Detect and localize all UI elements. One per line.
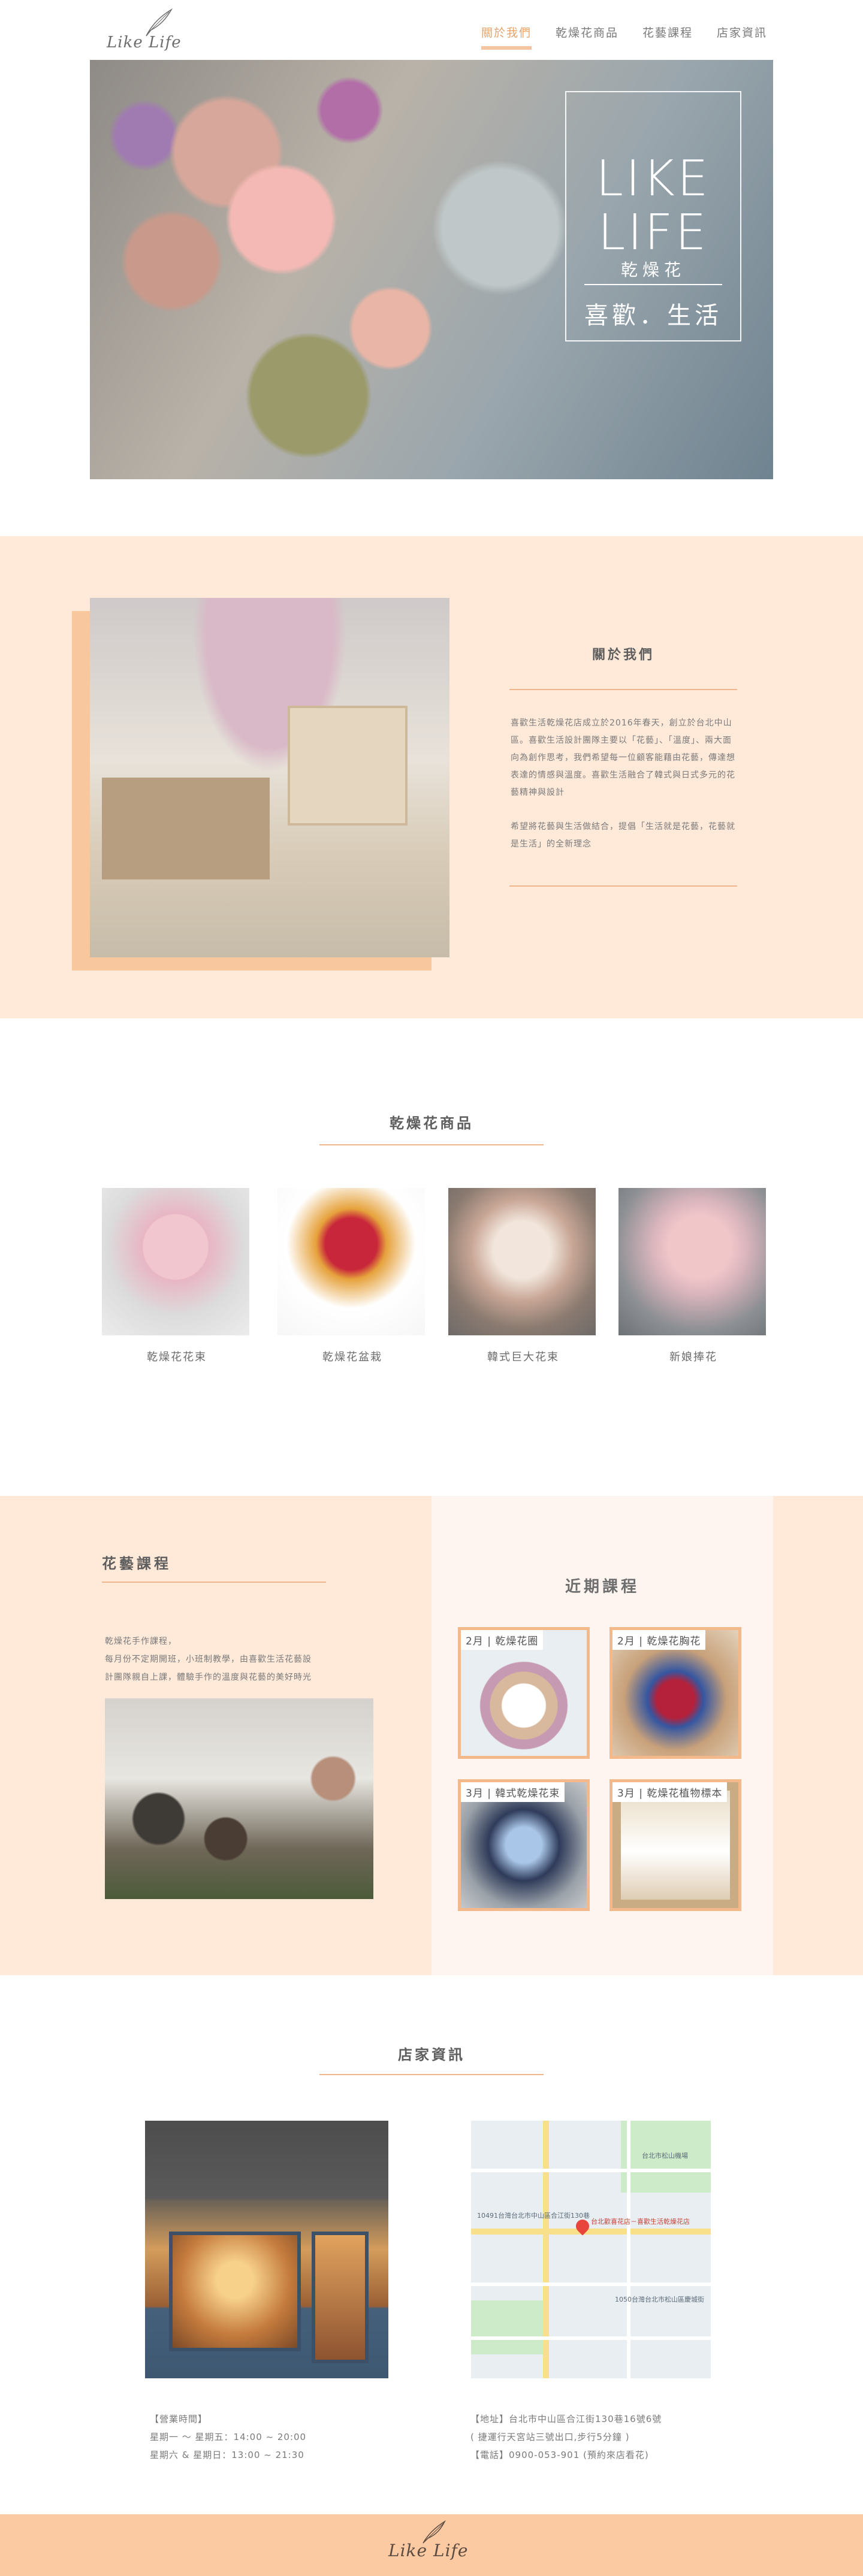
courses-divider: [102, 1582, 326, 1583]
hero-divider: [584, 284, 722, 285]
hours-weekend: 星期六 & 星期日：13:00 ~ 21:30: [150, 2450, 304, 2460]
courses-class-photo: [105, 1698, 373, 1899]
store-hours: 【營業時間】 星期一 ～ 星期五：14:00 ~ 20:00 星期六 & 星期日…: [150, 2410, 348, 2464]
store-transit: ( 捷運行天宮站三號出口,步行5分鐘 ): [470, 2432, 630, 2442]
course-card-label[interactable]: 3月 | 韓式乾燥花束: [461, 1782, 565, 1802]
course-card-label[interactable]: 2月 | 乾燥花圈: [461, 1630, 544, 1650]
course-card-label[interactable]: 3月 | 乾燥花植物標本: [612, 1782, 728, 1802]
course-card[interactable]: 2月 | 乾燥花圈: [458, 1627, 590, 1759]
map-park: [471, 2300, 543, 2354]
map-label: 台北歡喜花店－喜歡生活乾燥花店: [591, 2218, 690, 2226]
product-image[interactable]: [277, 1188, 425, 1335]
courses-text-line: 計團隊親自上課，體驗手作的溫度與花藝的美好時光: [105, 1673, 312, 1682]
store-map[interactable]: 10491台灣台北市中山區合江街130巷 台北歡喜花店－喜歡生活乾燥花店 台北市…: [471, 2121, 711, 2378]
map-road: [471, 2336, 711, 2340]
product-label[interactable]: 韓式巨大花束: [448, 1349, 598, 1364]
footer-logo-text[interactable]: Like Life: [388, 2541, 468, 2560]
map-label: 10491台灣台北市中山區合江街130巷: [477, 2212, 590, 2220]
courses-text: 乾燥花手作課程， 每月份不定期開班，小班制教學，由喜歡生活花藝設 計團隊親自上課…: [105, 1632, 357, 1686]
about-shop-photo: [90, 598, 449, 957]
about-heading: 關於我們: [592, 648, 654, 663]
about-divider-top: [509, 689, 737, 690]
nav-item-about[interactable]: 關於我們: [481, 24, 532, 50]
store-contact: 【地址】台北市中山區合江街130巷16號6號 ( 捷運行天宮站三號出口,步行5分…: [470, 2410, 710, 2464]
course-card[interactable]: 3月 | 乾燥花植物標本: [609, 1779, 741, 1911]
product-label[interactable]: 新娘捧花: [618, 1349, 768, 1364]
shop-shelf: [288, 706, 408, 826]
about-paragraph-2: 希望將花藝與生活做結合，提倡「生活就是花藝，花藝就是生活」的全新理念: [511, 822, 735, 849]
nav-item-courses[interactable]: 花藝課程: [642, 24, 693, 46]
storefront-photo: [145, 2121, 388, 2378]
hero-slogan: 喜歡．生活: [584, 302, 722, 329]
product-image[interactable]: [102, 1188, 249, 1335]
logo-text: Like Life: [107, 34, 182, 52]
course-card[interactable]: 3月 | 韓式乾燥花束: [458, 1779, 590, 1911]
hero-title-box: LIKE LIFE 乾燥花 喜歡．生活: [565, 91, 741, 341]
courses-text-line: 乾燥花手作課程，: [105, 1637, 177, 1646]
products-divider: [319, 1144, 544, 1145]
hours-weekday: 星期一 ～ 星期五：14:00 ~ 20:00: [150, 2432, 307, 2442]
site-header: Like Life 關於我們 乾燥花商品 花藝課程 店家資訊: [0, 0, 863, 60]
feather-icon: [146, 8, 173, 37]
hero-title-line1: LIKE: [596, 150, 711, 207]
course-card[interactable]: 2月 | 乾燥花胸花: [609, 1627, 741, 1759]
courses-heading: 花藝課程: [102, 1555, 171, 1572]
products-heading: 乾燥花商品: [390, 1115, 473, 1132]
store-phone[interactable]: 【電話】0900-053-901 (預約來店看花): [470, 2446, 710, 2464]
store-address: 【地址】台北市中山區合江街130巷16號6號: [470, 2414, 662, 2424]
site-footer: Like Life: [0, 2514, 863, 2576]
map-road: [471, 2229, 711, 2235]
hero-subtitle: 乾燥花: [620, 260, 686, 280]
product-label[interactable]: 乾燥花花束: [102, 1349, 252, 1364]
course-card-label[interactable]: 2月 | 乾燥花胸花: [612, 1630, 706, 1650]
courses-text-line: 每月份不定期開班，小班制教學，由喜歡生活花藝設: [105, 1655, 312, 1664]
product-card[interactable]: 韓式巨大花束: [448, 1188, 598, 1364]
hours-title: 【營業時間】: [150, 2414, 208, 2424]
map-label: 1050台灣台北市松山區慶城街: [615, 2296, 704, 2303]
product-image[interactable]: [618, 1188, 766, 1335]
product-label[interactable]: 乾燥花盆栽: [277, 1349, 427, 1364]
nav-item-products[interactable]: 乾燥花商品: [556, 24, 618, 46]
product-card[interactable]: 乾燥花花束: [102, 1188, 252, 1364]
map-road: [471, 2282, 711, 2286]
map-label: 台北市松山機場: [642, 2152, 688, 2160]
main-nav: 關於我們 乾燥花商品 花藝課程 店家資訊: [481, 24, 767, 50]
logo[interactable]: Like Life: [107, 8, 197, 55]
nav-item-store-info[interactable]: 店家資訊: [717, 24, 767, 46]
store-heading: 店家資訊: [398, 2046, 465, 2063]
storefront-door: [312, 2232, 369, 2363]
map-road: [471, 2169, 711, 2172]
store-divider: [319, 2074, 544, 2075]
product-image[interactable]: [448, 1188, 596, 1335]
hero-banner: LIKE LIFE 乾燥花 喜歡．生活: [90, 60, 773, 479]
product-card[interactable]: 乾燥花盆栽: [277, 1188, 427, 1364]
about-paragraph-1: 喜歡生活乾燥花店成立於2016年春天，創立於台北中山區。喜歡生活設計團隊主要以「…: [511, 718, 735, 797]
shop-counter: [102, 778, 270, 879]
storefront-window: [169, 2232, 301, 2351]
hero-title: LIKE LIFE: [566, 152, 740, 260]
about-text: 喜歡生活乾燥花店成立於2016年春天，創立於台北中山區。喜歡生活設計團隊主要以「…: [511, 715, 738, 870]
about-divider-bottom: [509, 885, 737, 887]
product-card[interactable]: 新娘捧花: [618, 1188, 768, 1364]
upcoming-courses-heading: 近期課程: [565, 1578, 639, 1596]
hero-title-line2: LIFE: [598, 204, 709, 261]
